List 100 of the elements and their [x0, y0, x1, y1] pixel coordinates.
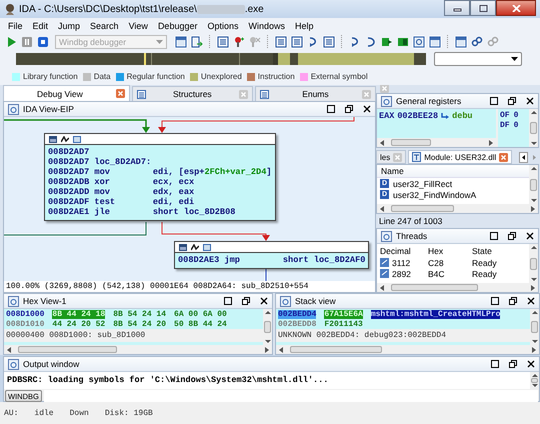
menu-item[interactable]: View — [124, 20, 153, 30]
list-icon[interactable] — [291, 36, 303, 48]
restore-icon[interactable] — [508, 97, 516, 105]
maximize-icon[interactable] — [491, 297, 499, 305]
panel-title: General registers — [396, 96, 462, 106]
search-icon[interactable] — [413, 36, 425, 48]
menu-item[interactable]: Windows — [244, 20, 290, 30]
restore-icon[interactable] — [509, 360, 517, 368]
tab[interactable]: les — [376, 150, 406, 164]
maximize-icon[interactable] — [491, 360, 499, 368]
menu-item[interactable]: Search — [85, 20, 124, 30]
scroll-left-icon[interactable] — [379, 138, 385, 146]
table-cell-text: Ready — [472, 258, 498, 268]
column-header[interactable]: Name — [377, 165, 529, 178]
step-icon[interactable] — [307, 36, 319, 48]
restore-icon[interactable] — [242, 297, 250, 305]
redacted-text — [196, 4, 245, 14]
menu-item[interactable]: Options — [202, 20, 244, 30]
step-icon[interactable] — [349, 36, 361, 48]
close-icon[interactable] — [527, 297, 535, 305]
list-icon[interactable] — [217, 36, 229, 48]
log-line: PDBSRC: loading symbols for 'C:\Windows\System32\mshtml.dll'... — [6, 374, 330, 387]
list-icon[interactable] — [275, 36, 287, 48]
scrollbar[interactable] — [529, 244, 538, 283]
graph-icon[interactable] — [191, 244, 199, 250]
window-title: IDA - C:\Users\DC\Desktop\tst1\release\ — [19, 4, 197, 14]
navigation-band-drawing[interactable] — [16, 53, 426, 65]
scroll-left-icon[interactable] — [519, 152, 528, 162]
tab[interactable]: Debug View — [3, 85, 130, 101]
scrollbar[interactable] — [530, 372, 539, 389]
close-icon[interactable] — [527, 360, 535, 368]
scrollbar[interactable] — [4, 345, 272, 354]
minimize-button[interactable] — [444, 0, 470, 16]
column-header[interactable]: State — [472, 246, 526, 256]
close-button[interactable] — [496, 0, 536, 16]
palette-icon[interactable] — [49, 136, 57, 142]
gears-icon[interactable] — [471, 36, 483, 48]
graph-icon[interactable] — [61, 136, 69, 142]
scrollbar[interactable] — [377, 138, 496, 147]
restore-icon[interactable] — [509, 297, 517, 305]
scroll-up-icon[interactable] — [530, 166, 538, 171]
maximize-icon[interactable] — [224, 297, 232, 305]
scroll-down-icon[interactable] — [530, 141, 538, 146]
restore-icon[interactable] — [508, 232, 516, 240]
scroll-down-icon[interactable] — [530, 383, 538, 388]
scroll-left-icon[interactable] — [6, 346, 12, 354]
scroll-right-icon[interactable] — [531, 346, 537, 354]
window-icon[interactable] — [203, 244, 211, 250]
menu-item[interactable]: Help — [290, 20, 319, 30]
palette-icon[interactable] — [179, 244, 187, 250]
maximize-icon[interactable] — [490, 97, 498, 105]
panel-title: Output window — [23, 359, 80, 369]
scroll-left-icon[interactable] — [278, 346, 284, 354]
window-icon[interactable] — [429, 36, 441, 48]
restore-icon[interactable] — [345, 105, 353, 113]
close-icon[interactable] — [363, 105, 371, 113]
column-header[interactable]: Hex — [428, 246, 472, 256]
close-icon[interactable] — [260, 297, 268, 305]
column-header[interactable]: Decimal — [380, 246, 428, 256]
stop-icon[interactable] — [37, 36, 49, 48]
tab[interactable]: Module: USER32.dll — [408, 150, 512, 164]
scrollbar[interactable] — [529, 165, 538, 204]
scrollbar[interactable] — [530, 309, 539, 345]
close-icon[interactable] — [526, 232, 534, 240]
list-icon[interactable] — [323, 36, 335, 48]
maximize-button[interactable] — [470, 0, 496, 16]
scrollbar[interactable] — [529, 109, 538, 147]
scroll-right-icon[interactable] — [264, 346, 270, 354]
segment-select[interactable] — [434, 52, 522, 66]
scroll-right-icon[interactable] — [488, 138, 494, 146]
scrollbar[interactable] — [276, 345, 539, 354]
play-icon[interactable] — [5, 36, 17, 48]
scroll-left-icon[interactable] — [379, 284, 385, 292]
menu-item[interactable]: Debugger — [152, 20, 202, 30]
maximize-icon[interactable] — [490, 232, 498, 240]
legend-label: External symbol — [310, 72, 368, 81]
command-field[interactable] — [44, 390, 538, 402]
tab[interactable]: Enums — [254, 86, 376, 101]
run-icon[interactable] — [381, 36, 393, 48]
window-icon[interactable] — [455, 36, 467, 48]
tab[interactable]: Structures — [132, 86, 253, 101]
window-icon[interactable] — [73, 136, 81, 142]
window-icon[interactable] — [175, 36, 187, 48]
scrollbar[interactable] — [377, 283, 538, 292]
step-icon[interactable] — [365, 36, 377, 48]
scroll-left-icon[interactable] — [379, 204, 385, 212]
maximize-icon[interactable] — [327, 105, 335, 113]
scroll-right-icon[interactable] — [530, 284, 536, 292]
scrollbar[interactable] — [377, 204, 538, 213]
document-arrow-icon[interactable] — [191, 36, 203, 48]
jump-arrow-icon[interactable] — [441, 112, 450, 120]
code-line: 008D2AD7 mov edi, [esp+2FCh+var_2D4] — [48, 167, 272, 177]
menu-item[interactable]: Edit — [28, 20, 54, 30]
menu-item[interactable]: Jump — [53, 20, 86, 30]
pin-icon[interactable] — [233, 36, 245, 48]
pause-icon[interactable] — [21, 36, 33, 48]
menu-item[interactable]: File — [3, 20, 28, 30]
scrollbar[interactable] — [263, 309, 272, 345]
close-icon[interactable] — [526, 97, 534, 105]
scroll-right-icon[interactable] — [530, 204, 536, 212]
